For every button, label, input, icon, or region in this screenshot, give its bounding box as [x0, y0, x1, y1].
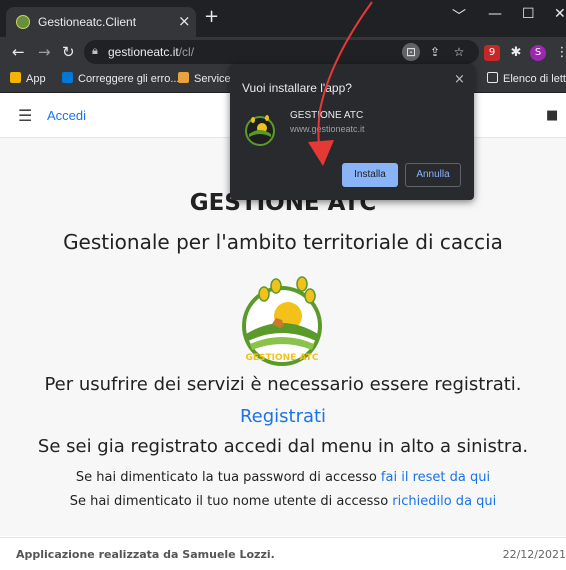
- browser-tab-strip: Gestioneatc.Client × + ﹀ — ☐ ✕: [0, 0, 566, 37]
- page-subtitle: Gestionale per l'ambito territoriale di …: [63, 230, 503, 254]
- back-button[interactable]: ←: [12, 43, 25, 61]
- app-logo-icon: [245, 115, 275, 146]
- reading-list-icon: [487, 72, 498, 83]
- username-recovery-line: Se hai dimenticato il tuo nome utente di…: [69, 494, 497, 509]
- cancel-button[interactable]: Annulla: [405, 163, 461, 187]
- dialog-title: Vuoi installare l'app?: [242, 81, 352, 95]
- footer-credit: Applicazione realizzata da Samuele Lozzi…: [16, 548, 275, 561]
- hamburger-menu-icon[interactable]: ☰: [18, 106, 32, 125]
- dialog-app-url: www.gestioneatc.it: [290, 124, 365, 134]
- bookmark-correggere[interactable]: Correggere gli erro...: [62, 72, 180, 85]
- logo-lettering: GESTIONE ATC: [246, 353, 319, 363]
- profile-avatar[interactable]: S: [530, 45, 546, 61]
- footer-date: 22/12/2021: [502, 548, 566, 561]
- register-prompt: Per usufrire dei servizi è necessario es…: [44, 374, 522, 395]
- bookmark-page-icon: [178, 72, 189, 83]
- page-footer: Applicazione realizzata da Samuele Lozzi…: [0, 537, 566, 570]
- bookmark-star-icon[interactable]: ☆: [450, 43, 468, 61]
- install-button[interactable]: Installa: [342, 163, 398, 187]
- new-tab-button[interactable]: +: [204, 8, 219, 26]
- close-window-button[interactable]: ✕: [554, 6, 566, 22]
- install-app-icon[interactable]: ⊡: [402, 43, 420, 61]
- site-favicon-icon: [16, 15, 30, 29]
- minimize-button[interactable]: —: [488, 6, 502, 22]
- browser-menu-icon[interactable]: ⋮: [554, 45, 566, 61]
- bookmark-app[interactable]: App: [10, 72, 46, 85]
- reload-button[interactable]: ↻: [62, 43, 75, 61]
- tab-title: Gestioneatc.Client: [38, 15, 137, 29]
- extension-badge-icon[interactable]: 9: [484, 45, 500, 61]
- register-link[interactable]: Registrati: [0, 406, 566, 427]
- login-hint: Se sei gia registrato accedi dal menu in…: [37, 436, 529, 457]
- apps-grid-icon: [10, 72, 21, 83]
- lock-icon: 🔒︎: [92, 44, 98, 57]
- dialog-app-name: GESTIONE ATC: [290, 110, 364, 121]
- forward-button[interactable]: →: [38, 43, 51, 61]
- tab-search-icon[interactable]: ﹀: [452, 6, 466, 26]
- install-app-dialog: Vuoi installare l'app? × GESTIONE ATC ww…: [230, 64, 474, 200]
- windows-icon: [62, 72, 73, 83]
- extensions-puzzle-icon[interactable]: ✱: [508, 45, 524, 61]
- browser-toolbar: ← → ↻ 🔒︎ gestioneatc.it/cl/ ⊡ ⇪ ☆ 9 ✱ S …: [0, 37, 566, 67]
- address-bar[interactable]: 🔒︎ gestioneatc.it/cl/ ⊡ ⇪ ☆: [84, 40, 479, 64]
- browser-tab[interactable]: Gestioneatc.Client ×: [6, 7, 196, 37]
- username-recovery-link[interactable]: richiedilo da qui: [392, 494, 496, 509]
- url-text: gestioneatc.it/cl/: [108, 45, 195, 59]
- tab-close-icon[interactable]: ×: [178, 12, 191, 30]
- reading-list-button[interactable]: Elenco di lettura: [487, 72, 566, 85]
- dialog-close-icon[interactable]: ×: [454, 72, 465, 87]
- apps-grid-icon[interactable]: ■: [546, 108, 558, 123]
- share-icon[interactable]: ⇪: [426, 43, 444, 61]
- maximize-button[interactable]: ☐: [522, 6, 535, 22]
- login-menu-link[interactable]: Accedi: [47, 108, 86, 123]
- password-reset-line: Se hai dimenticato la tua password di ac…: [75, 470, 491, 485]
- password-reset-link[interactable]: fai il reset da qui: [381, 470, 490, 485]
- gestione-atc-logo: GESTIONE ATC: [242, 276, 322, 366]
